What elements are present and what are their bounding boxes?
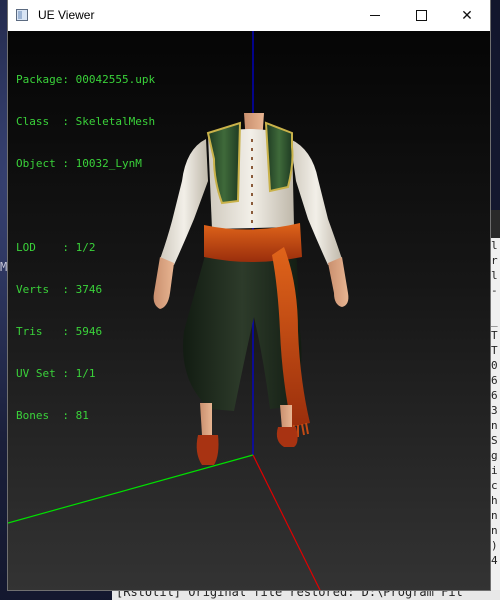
title-bar[interactable]: UE Viewer ✕ (8, 0, 490, 31)
info-class: Class : SkeletalMesh (16, 115, 156, 128)
info-package: Package: 00042555.upk (16, 73, 156, 86)
background-console-bottom: [RstUtil] Original file restored: D:\Pro… (112, 590, 500, 600)
ue-viewer-window: UE Viewer ✕ Package: 00042555.upk Class … (8, 0, 490, 590)
maximize-button[interactable] (398, 0, 444, 31)
axis-x-line (8, 454, 254, 524)
close-icon: ✕ (461, 7, 473, 23)
maximize-icon (415, 10, 427, 21)
info-lod: LOD : 1/2 (16, 241, 96, 254)
character-model (153, 113, 349, 465)
info-tris: Tris : 5946 (16, 325, 103, 338)
minimize-icon (370, 15, 380, 16)
background-console-window: l r l - _ T T 0 6 6 3 n S g i c h n n ) … (490, 210, 500, 600)
close-button[interactable]: ✕ (444, 0, 490, 31)
axis-y-line (252, 454, 321, 590)
info-object: Object : 10032_LynM (16, 157, 142, 170)
window-icon (16, 9, 28, 21)
minimize-button[interactable] (352, 0, 398, 31)
info-uvset: UV Set : 1/1 (16, 367, 96, 380)
mesh-info-overlay: Package: 00042555.upk Class : SkeletalMe… (16, 45, 155, 451)
window-title: UE Viewer (38, 8, 95, 22)
console-text-column: l r l - _ T T 0 6 6 3 n S g i c h n n ) … (491, 239, 498, 567)
info-bones: Bones : 81 (16, 409, 89, 422)
console-scrollbar-top (490, 210, 500, 238)
console-log-line: [RstUtil] Original file restored: D:\Pro… (116, 590, 463, 599)
info-verts: Verts : 3746 (16, 283, 103, 296)
3d-viewport[interactable]: Package: 00042555.upk Class : SkeletalMe… (8, 31, 490, 590)
background-text-fragment: M (0, 260, 8, 274)
